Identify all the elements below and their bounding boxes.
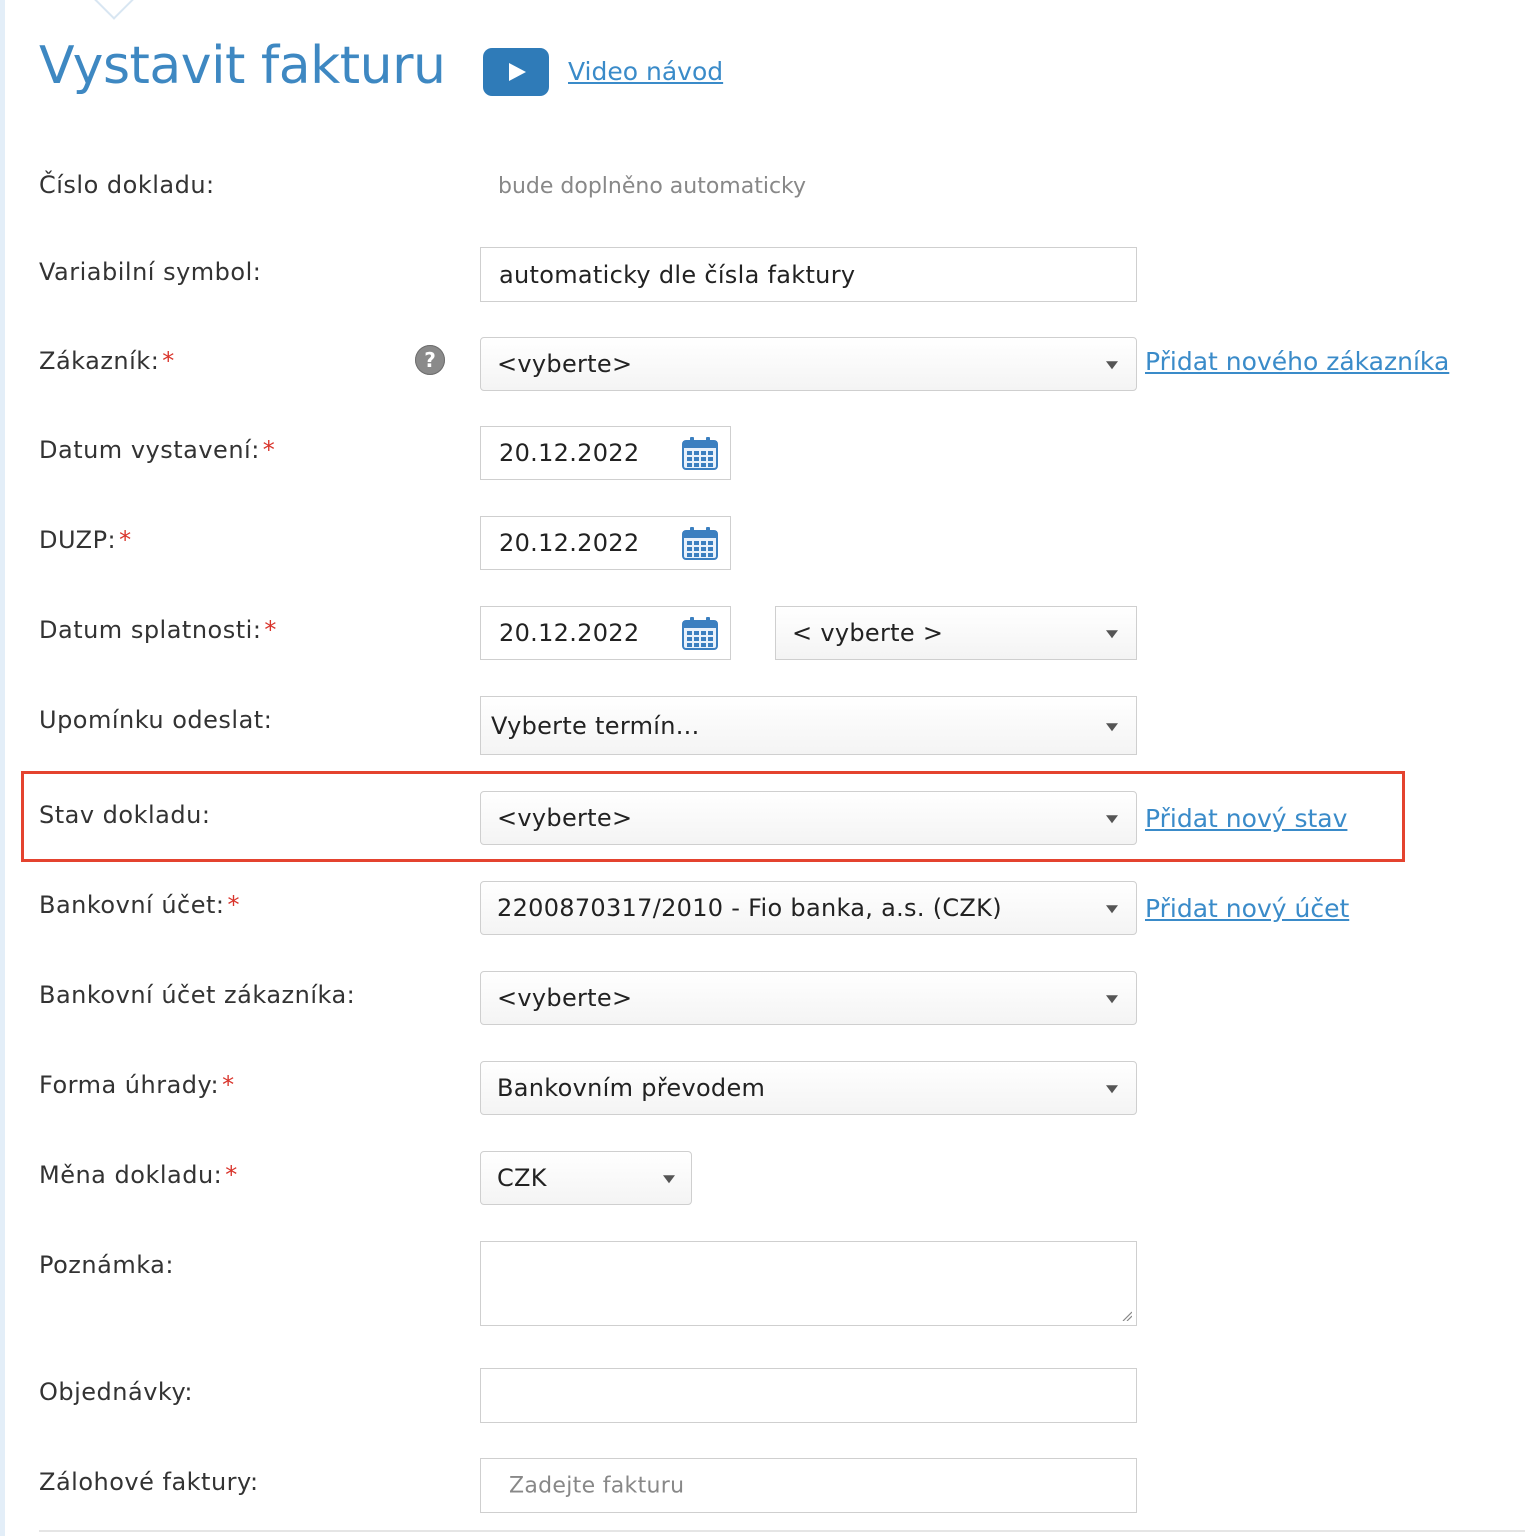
due-term-value: < vyberte > [792,619,944,647]
payment-method-value: Bankovním převodem [497,1074,766,1102]
payment-method-label-text: Forma úhrady: [39,1071,220,1099]
reminder-label-text: Upomínku odeslat: [39,706,273,734]
video-guide-link[interactable]: Video návod [568,56,723,88]
play-icon [509,63,526,81]
required-asterisk: * [222,1071,235,1099]
customer-bank-account-select[interactable]: <vyberte> [480,971,1137,1025]
customer-bank-account-value: <vyberte> [497,984,633,1012]
due-date-input[interactable]: 20.12.2022 [480,606,731,660]
variable-symbol-label: Variabilní symbol: [39,257,261,287]
add-status-link[interactable]: Přidat nový stav [1145,803,1347,835]
chevron-down-icon [1106,722,1118,731]
status-label-text: Stav dokladu: [39,801,211,829]
doc-number-value: bude doplněno automaticky [498,174,807,199]
note-label: Poznámka: [39,1250,174,1280]
duzp-value: 20.12.2022 [499,529,640,557]
duzp-input[interactable]: 20.12.2022 [480,516,731,570]
duzp-label-text: DUZP: [39,526,117,554]
payment-method-label: Forma úhrady: * [39,1070,235,1100]
doc-number-label: Číslo dokladu: [39,170,215,200]
customer-bank-account-label: Bankovní účet zákazníka: [39,980,355,1010]
due-term-select[interactable]: < vyberte > [775,606,1137,660]
required-asterisk: * [262,436,276,464]
customer-select-value: <vyberte> [497,350,633,378]
currency-label: Měna dokladu: * [39,1160,238,1190]
required-asterisk: * [264,616,277,644]
bank-account-label-text: Bankovní účet: [39,891,225,919]
top-notch-decoration [94,0,134,20]
note-textarea[interactable] [480,1241,1137,1326]
chevron-down-icon [1106,815,1118,824]
bank-account-select[interactable]: 2200870317/2010 - Fio banka, a.s. (CZK) [480,881,1137,935]
customer-label: Zákazník: * [39,346,175,376]
issue-date-value: 20.12.2022 [499,439,640,467]
required-asterisk: * [119,526,132,554]
chevron-down-icon [1106,1085,1118,1094]
due-date-label: Datum splatnosti: * [39,615,277,645]
chevron-down-icon [1106,995,1118,1004]
bank-account-value: 2200870317/2010 - Fio banka, a.s. (CZK) [497,894,1002,922]
chevron-down-icon [1106,630,1118,639]
currency-label-text: Měna dokladu: [39,1161,223,1189]
variable-symbol-input[interactable]: automaticky dle čísla faktury [480,247,1137,302]
add-customer-link[interactable]: Přidat nového zákazníka [1145,346,1449,378]
chevron-down-icon [1106,905,1118,914]
orders-label: Objednávky: [39,1377,193,1407]
reminder-select[interactable]: Vyberte termín... [480,696,1137,755]
variable-symbol-value: automaticky dle čísla faktury [499,260,856,289]
customer-select[interactable]: <vyberte> [480,337,1137,391]
orders-input[interactable] [480,1368,1137,1423]
status-select[interactable]: <vyberte> [480,791,1137,845]
advance-invoices-label: Zálohové faktury: [39,1467,259,1497]
calendar-icon[interactable] [682,616,718,650]
customer-label-text: Zákazník: [39,347,160,375]
bank-account-label: Bankovní účet: * [39,890,240,920]
chevron-down-icon [663,1175,675,1184]
advance-invoices-label-text: Zálohové faktury: [39,1468,259,1496]
status-label: Stav dokladu: [39,800,210,830]
duzp-label: DUZP: * [39,525,132,555]
left-border [0,0,5,1536]
add-bank-account-link[interactable]: Přidat nový účet [1145,893,1349,925]
video-play-button[interactable] [483,48,549,96]
due-date-value: 20.12.2022 [499,619,640,647]
payment-method-select[interactable]: Bankovním převodem [480,1061,1137,1115]
required-asterisk: * [225,1161,238,1189]
required-asterisk: * [162,347,175,375]
calendar-icon[interactable] [682,526,718,560]
doc-number-label-text: Číslo dokladu: [39,171,215,199]
currency-select[interactable]: CZK [480,1151,692,1205]
issue-date-label-text: Datum vystavení: [39,436,260,464]
reminder-value: Vyberte termín... [491,711,700,740]
variable-symbol-label-text: Variabilní symbol: [39,258,262,286]
calendar-icon[interactable] [682,436,718,470]
advance-invoices-placeholder: Zadejte fakturu [509,1473,685,1498]
issue-date-label: Datum vystavení: * [39,435,275,465]
status-select-value: <vyberte> [497,804,633,832]
bottom-divider [39,1530,1525,1532]
orders-label-text: Objednávky: [39,1378,193,1406]
resize-handle-icon[interactable] [1122,1311,1132,1321]
required-asterisk: * [227,891,240,919]
chevron-down-icon [1106,361,1118,370]
customer-bank-account-label-text: Bankovní účet zákazníka: [39,981,356,1009]
due-date-label-text: Datum splatnosti: [39,616,262,644]
advance-invoices-input[interactable]: Zadejte fakturu [480,1458,1137,1513]
note-label-text: Poznámka: [39,1251,174,1279]
page-title: Vystavit fakturu [39,36,446,96]
reminder-label: Upomínku odeslat: [39,705,272,735]
issue-date-input[interactable]: 20.12.2022 [480,426,731,480]
currency-value: CZK [497,1164,547,1192]
question-circle-icon[interactable]: ? [415,345,445,375]
